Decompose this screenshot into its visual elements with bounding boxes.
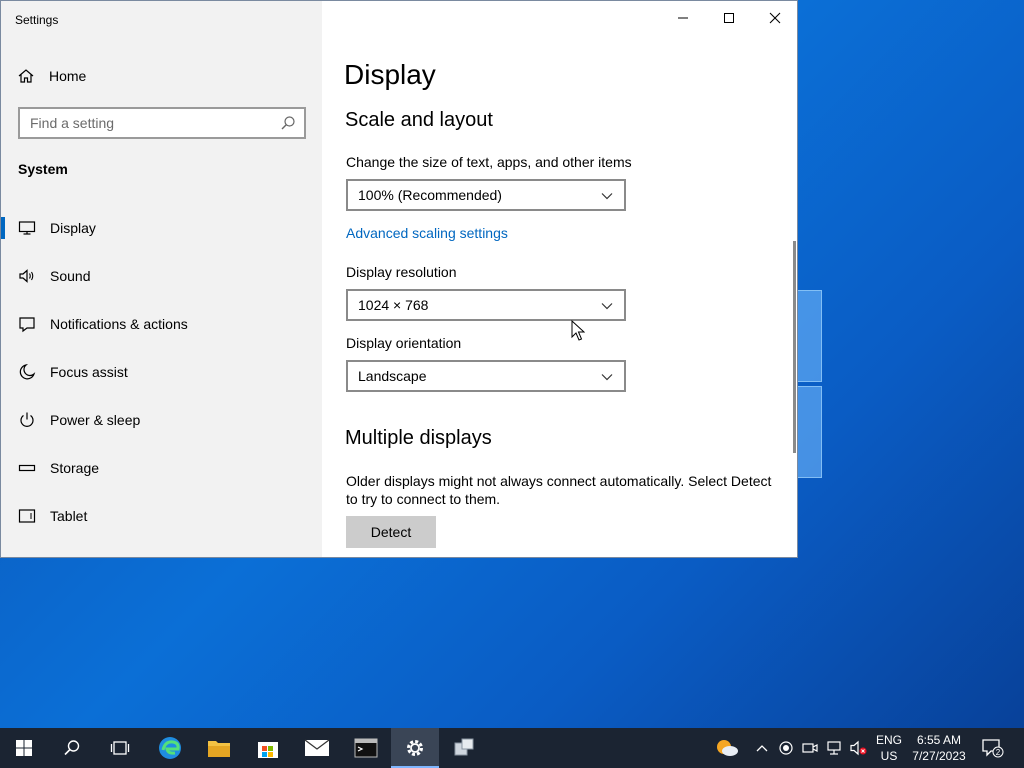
file-explorer-icon — [208, 741, 230, 757]
scale-heading: Scale and layout — [345, 109, 493, 131]
language-code: ENG — [875, 733, 902, 747]
settings-taskbar-button[interactable] — [391, 728, 439, 768]
start-button[interactable] — [0, 728, 48, 768]
sidebar-item-sound[interactable]: Sound — [1, 256, 322, 296]
power-icon — [20, 412, 34, 427]
notification-count: 2 — [996, 748, 1001, 757]
sidebar-item-label: Notifications & actions — [50, 316, 188, 332]
language-indicator[interactable]: ENG US — [872, 732, 906, 764]
orientation-value: Landscape — [358, 368, 427, 384]
chevron-down-icon — [601, 374, 613, 381]
multiple-displays-heading: Multiple displays — [345, 427, 492, 449]
scale-dropdown[interactable]: 100% (Recommended) — [346, 179, 626, 211]
search-icon — [64, 740, 80, 756]
network-icon — [827, 741, 841, 755]
volume-button[interactable] — [848, 728, 870, 768]
taskbar-search-button[interactable] — [48, 728, 96, 768]
camera-icon — [802, 743, 818, 753]
sidebar-item-label: Tablet — [50, 508, 88, 524]
chevron-down-icon — [601, 193, 613, 200]
multiple-displays-description: Older displays might not always connect … — [346, 473, 772, 507]
advanced-scaling-link[interactable]: Advanced scaling settings — [346, 225, 508, 241]
desktop-logo — [796, 290, 822, 480]
action-center-button[interactable]: 2 — [980, 728, 1006, 768]
store-icon — [258, 742, 278, 758]
taskbar: ENG US 6:55 AM 7/27/2023 2 — [0, 728, 1024, 768]
section-label: System — [18, 161, 68, 177]
home-link[interactable]: Home — [17, 65, 86, 87]
scale-value: 100% (Recommended) — [358, 187, 502, 203]
scrollbar[interactable] — [793, 241, 796, 453]
file-explorer-button[interactable] — [195, 728, 243, 768]
chevron-down-icon — [601, 303, 613, 310]
resolution-dropdown[interactable]: 1024 × 768 — [346, 289, 626, 321]
sidebar: Settings Home System Display Sound Notif… — [1, 1, 322, 557]
weather-icon — [717, 740, 738, 756]
tablet-icon — [18, 509, 36, 523]
sidebar-item-label: Display — [50, 220, 96, 236]
record-icon — [779, 741, 793, 755]
edge-icon — [159, 737, 181, 759]
clock[interactable]: 6:55 AM 7/27/2023 — [906, 732, 972, 764]
home-label: Home — [49, 68, 87, 84]
sidebar-item-storage[interactable]: Storage — [1, 448, 322, 488]
tray-record-button[interactable] — [776, 728, 796, 768]
search-icon[interactable] — [280, 115, 296, 131]
store-button[interactable] — [244, 728, 292, 768]
home-icon — [18, 69, 34, 83]
search-input[interactable] — [20, 115, 270, 131]
terminal-icon — [354, 738, 378, 758]
sidebar-item-label: Focus assist — [50, 364, 128, 380]
edge-button[interactable] — [146, 728, 194, 768]
chevron-up-icon — [756, 745, 768, 752]
orientation-label: Display orientation — [346, 335, 462, 351]
window-title: Settings — [15, 13, 59, 27]
resolution-value: 1024 × 768 — [358, 297, 429, 313]
notification-icon: 2 — [982, 739, 1004, 758]
task-view-icon — [110, 741, 130, 755]
moon-icon — [19, 363, 36, 380]
start-icon — [16, 740, 32, 756]
network-button[interactable] — [824, 728, 846, 768]
show-hidden-icons-button[interactable] — [752, 728, 772, 768]
clock-date: 7/27/2023 — [912, 749, 966, 763]
page-title: Display — [344, 59, 436, 90]
app-icon — [454, 738, 474, 756]
resolution-label: Display resolution — [346, 264, 457, 280]
storage-icon — [18, 464, 36, 472]
monitor-icon — [18, 221, 36, 235]
sidebar-item-display[interactable]: Display — [1, 208, 322, 248]
mail-button[interactable] — [293, 728, 341, 768]
tray-meet-button[interactable] — [800, 728, 820, 768]
settings-icon — [407, 740, 423, 756]
sidebar-item-focus-assist[interactable]: Focus assist — [1, 352, 322, 392]
orientation-dropdown[interactable]: Landscape — [346, 360, 626, 392]
content-pane: Display Scale and layout Change the size… — [322, 1, 797, 557]
sidebar-item-label: Sound — [50, 268, 91, 284]
volume-muted-icon — [850, 740, 867, 756]
sidebar-item-label: Power & sleep — [50, 412, 141, 428]
search-box[interactable] — [18, 107, 306, 139]
region-code: US — [880, 749, 898, 763]
settings-window: Settings Home System Display Sound Notif… — [0, 0, 798, 558]
clock-time: 6:55 AM — [916, 733, 962, 747]
scale-label: Change the size of text, apps, and other… — [346, 154, 632, 170]
sidebar-item-power[interactable]: Power & sleep — [1, 400, 322, 440]
notification-icon — [19, 317, 35, 333]
sidebar-item-tablet[interactable]: Tablet — [1, 496, 322, 536]
mail-icon — [304, 739, 330, 756]
speaker-icon — [19, 269, 34, 283]
weather-button[interactable] — [712, 728, 742, 768]
terminal-button[interactable] — [342, 728, 390, 768]
detect-button[interactable]: Detect — [346, 516, 436, 548]
task-view-button[interactable] — [96, 728, 144, 768]
sidebar-item-notifications[interactable]: Notifications & actions — [1, 304, 322, 344]
app-taskbar-button[interactable] — [440, 728, 488, 768]
sidebar-item-label: Storage — [50, 460, 100, 476]
cursor-icon — [571, 320, 585, 341]
